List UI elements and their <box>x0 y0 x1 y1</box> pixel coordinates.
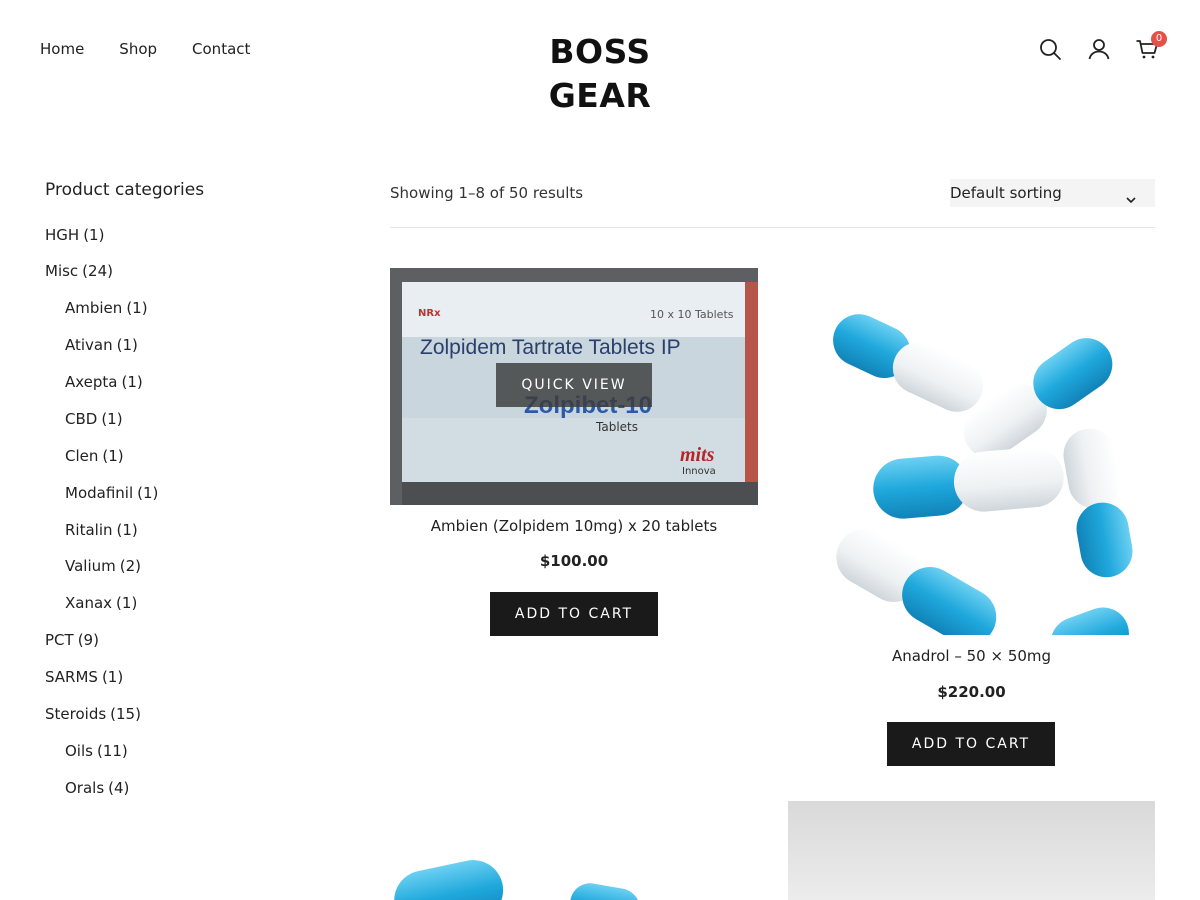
category-label[interactable]: Steroids <box>45 705 106 723</box>
category-axepta[interactable]: Axepta (1) <box>65 372 143 392</box>
category-label[interactable]: Misc <box>45 262 78 280</box>
category-orals[interactable]: Orals (4) <box>65 778 129 798</box>
capsules-illustration <box>833 314 1133 635</box>
category-count: (1) <box>102 447 124 465</box>
category-label[interactable]: Clen <box>65 447 98 465</box>
category-hgh[interactable]: HGH (1) <box>45 225 104 245</box>
site-header: Home Shop Contact BOSS GEAR 0 <box>0 0 1200 115</box>
category-ritalin[interactable]: Ritalin (1) <box>65 520 138 540</box>
category-count: (4) <box>108 779 130 797</box>
category-count: (1) <box>137 484 159 502</box>
category-sarms[interactable]: SARMS (1) <box>45 667 123 687</box>
category-label[interactable]: Ritalin <box>65 521 113 539</box>
quick-view-button[interactable]: QUICK VIEW <box>496 363 652 407</box>
product-price-anadrol: $220.00 <box>937 683 1006 701</box>
category-count: (24) <box>82 262 113 280</box>
category-count: (2) <box>119 557 141 575</box>
add-to-cart-button[interactable]: ADD TO CART <box>490 592 658 636</box>
category-cbd[interactable]: CBD (1) <box>65 409 123 429</box>
category-count: (9) <box>77 631 99 649</box>
category-xanax[interactable]: Xanax (1) <box>65 593 137 613</box>
category-label[interactable]: Ativan <box>65 336 113 354</box>
nav-home[interactable]: Home <box>40 39 84 59</box>
product-title-ambien[interactable]: Ambien (Zolpidem 10mg) x 20 tablets <box>390 516 758 536</box>
category-label[interactable]: Modafinil <box>65 484 133 502</box>
main-nav: Home Shop Contact <box>40 39 285 59</box>
add-to-cart-button[interactable]: ADD TO CART <box>887 722 1055 766</box>
site-logo[interactable]: BOSS GEAR <box>499 30 701 115</box>
category-count: (1) <box>83 226 105 244</box>
product-price-ambien: $100.00 <box>539 552 609 570</box>
toolbar-divider <box>390 227 1155 228</box>
cart-count-badge: 0 <box>1151 31 1167 47</box>
category-count: (1) <box>126 299 148 317</box>
category-clen[interactable]: Clen (1) <box>65 446 124 466</box>
product-image-row2-left[interactable] <box>390 800 758 900</box>
category-modafinil[interactable]: Modafinil (1) <box>65 483 158 503</box>
category-count: (1) <box>101 668 124 686</box>
sort-select[interactable]: Default sorting <box>950 179 1155 207</box>
category-pct[interactable]: PCT (9) <box>45 630 99 650</box>
category-label[interactable]: PCT <box>45 631 74 649</box>
account-icon[interactable] <box>1087 37 1111 61</box>
category-label[interactable]: Orals <box>65 779 104 797</box>
category-label[interactable]: SARMS <box>45 668 98 686</box>
box-header-text: 10 x 10 Tablets <box>650 308 734 321</box>
category-count: (1) <box>116 336 138 354</box>
box-rx-text: NRx <box>418 308 441 319</box>
category-count: (1) <box>116 594 138 612</box>
box-drug-name: Zolpidem Tartrate Tablets IP <box>420 336 681 359</box>
product-image-anadrol[interactable] <box>788 268 1155 635</box>
category-valium[interactable]: Valium (2) <box>65 556 141 576</box>
category-count: (1) <box>101 410 123 428</box>
search-icon[interactable] <box>1038 37 1062 61</box>
category-label[interactable]: Oils <box>65 742 93 760</box>
product-image-row2-right[interactable] <box>788 801 1155 900</box>
capsules-illustration <box>394 860 640 900</box>
box-maker-logo: mits <box>680 444 715 466</box>
category-label[interactable]: Valium <box>65 557 116 575</box>
chevron-down-icon <box>1125 187 1137 204</box>
product-title-anadrol[interactable]: Anadrol – 50 × 50mg <box>788 646 1155 666</box>
category-oils[interactable]: Oils (11) <box>65 741 128 761</box>
sort-selected-value: Default sorting <box>950 184 1062 202</box>
sidebar-title: Product categories <box>45 180 205 200</box>
box-maker-sub: Innova <box>682 466 716 477</box>
category-label[interactable]: HGH <box>45 226 79 244</box>
nav-contact[interactable]: Contact <box>192 39 250 59</box>
category-ativan[interactable]: Ativan (1) <box>65 335 138 355</box>
category-count: (11) <box>96 742 128 760</box>
sidebar: Product categories <box>45 180 345 200</box>
category-steroids[interactable]: Steroids (15) <box>45 704 141 724</box>
nav-shop[interactable]: Shop <box>119 39 157 59</box>
result-count: Showing 1–8 of 50 results <box>390 184 584 202</box>
category-count: (1) <box>121 373 143 391</box>
category-count: (1) <box>116 521 138 539</box>
category-misc[interactable]: Misc (24) <box>45 261 113 281</box>
category-label[interactable]: Axepta <box>65 373 118 391</box>
box-tablets-text: Tablets <box>596 420 638 434</box>
category-count: (15) <box>110 705 141 723</box>
category-label[interactable]: Ambien <box>65 299 122 317</box>
category-label[interactable]: Xanax <box>65 594 112 612</box>
category-label[interactable]: CBD <box>65 410 97 428</box>
category-ambien[interactable]: Ambien (1) <box>65 298 148 318</box>
